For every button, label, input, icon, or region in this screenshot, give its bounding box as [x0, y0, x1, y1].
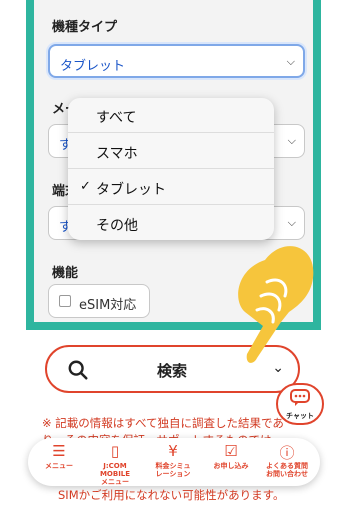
dropdown-option-tablet[interactable]: ✓ タブレット — [68, 170, 274, 205]
option-label: その他 — [96, 218, 138, 234]
device-type-select[interactable]: タブレット ⌵ — [48, 44, 305, 78]
search-label: 検索 — [157, 362, 188, 380]
esim-checkbox[interactable]: eSIM対応 — [48, 284, 150, 318]
device-type-value: タブレット — [60, 59, 126, 74]
menu-icon: ☰ — [52, 442, 66, 460]
feature-label: 機能 — [52, 266, 79, 281]
footer-item-menu[interactable]: ☰ メニュー — [34, 442, 84, 482]
chat-label: チャット — [286, 412, 314, 420]
chat-icon — [290, 389, 310, 406]
footer-label: お申し込み — [213, 462, 249, 470]
checkbox-box[interactable] — [59, 295, 71, 307]
yen-icon: ¥ — [168, 442, 178, 460]
option-label: スマホ — [96, 146, 138, 162]
chevron-down-icon: ⌵ — [287, 216, 296, 229]
device-type-dropdown: すべて スマホ ✓ タブレット その他 — [68, 98, 274, 240]
footer-label: メニュー — [45, 462, 73, 470]
notice-bottom-text: SIMかご利用になれない可能性があります。 — [58, 488, 285, 502]
dropdown-option-smartphone[interactable]: スマホ — [68, 134, 274, 169]
help-icon: ⓘ — [279, 444, 295, 462]
phone-icon: ▯ — [110, 442, 120, 460]
option-label: すべて — [96, 110, 137, 126]
dropdown-option-all[interactable]: すべて — [68, 98, 274, 133]
footer-item-jcom-menu[interactable]: ▯ J:COM MOBILE メニュー — [90, 442, 140, 486]
search-icon — [68, 360, 88, 380]
option-label: タブレット — [96, 182, 166, 198]
footer-item-price-sim[interactable]: ¥ 料金シミュ レーション — [148, 442, 198, 482]
footer-nav: ☰ メニュー ▯ J:COM MOBILE メニュー ¥ 料金シミュ レーション… — [28, 438, 320, 486]
footer-label: よくある質問 — [266, 462, 308, 470]
check-icon: ✓ — [80, 179, 91, 194]
esim-label: eSIM対応 — [79, 298, 137, 313]
footer-label: メニュー — [101, 478, 129, 486]
device-type-label: 機種タイプ — [52, 20, 118, 35]
footer-label: 料金シミュ — [155, 462, 191, 470]
pointing-hand-icon — [238, 246, 314, 363]
footer-item-apply[interactable]: ☑ お申し込み — [206, 442, 256, 482]
chevron-down-icon: ⌵ — [287, 134, 296, 147]
apply-icon: ☑ — [224, 442, 238, 460]
footer-label: J:COM MOBILE — [99, 462, 131, 478]
footer-item-faq[interactable]: ⓘ よくある質問 お問い合わせ — [262, 442, 312, 482]
chevron-down-icon: ⌵ — [286, 55, 295, 68]
footer-label: レーション — [155, 470, 191, 478]
footer-label: お問い合わせ — [266, 470, 308, 478]
